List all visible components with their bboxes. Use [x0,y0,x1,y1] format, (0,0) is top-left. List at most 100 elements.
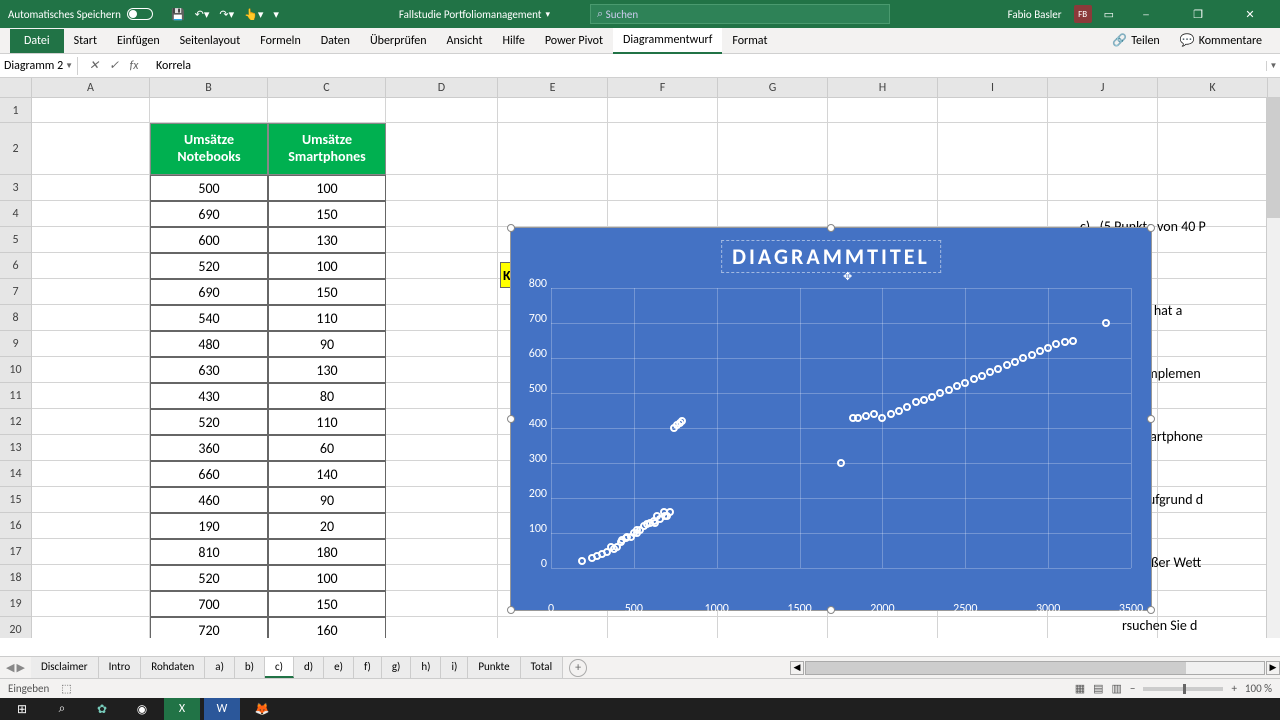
chart-data-point[interactable] [936,389,944,397]
document-title[interactable]: Fallstudie Portfoliomanagement ▾ [399,8,550,21]
tab-ueberpruefen[interactable]: Überprüfen [360,29,437,53]
cell[interactable] [1048,123,1158,175]
cell[interactable] [1158,123,1268,175]
row-header[interactable]: 5 [0,227,32,253]
sheet-tab[interactable]: Disclaimer [31,657,99,678]
cell[interactable] [32,201,150,227]
scroll-thumb[interactable] [1267,98,1280,218]
chart-data-point[interactable] [961,379,969,387]
chart-data-point[interactable] [1044,344,1052,352]
cell[interactable] [498,617,608,638]
table-cell[interactable]: 90 [268,487,386,513]
row-header[interactable]: 18 [0,565,32,591]
chart-data-point[interactable] [994,365,1002,373]
cell[interactable] [32,123,150,175]
tab-einfuegen[interactable]: Einfügen [107,29,170,53]
chart-data-point[interactable] [945,386,953,394]
table-cell[interactable]: 130 [268,227,386,253]
resize-handle[interactable] [507,606,515,614]
excel-taskbar-icon[interactable]: X [164,698,200,720]
col-header[interactable]: E [498,78,608,97]
zoom-out-icon[interactable]: − [1130,682,1135,695]
close-button[interactable]: ✕ [1230,0,1270,28]
chart-data-point[interactable] [1028,351,1036,359]
tab-seitenlayout[interactable]: Seitenlayout [170,29,251,53]
touch-icon[interactable]: 👆▾ [244,8,263,21]
sheet-tab[interactable]: a) [205,657,235,678]
select-all-corner[interactable] [0,78,32,97]
search-taskbar-icon[interactable]: ⌕ [44,698,80,720]
cell[interactable] [32,435,150,461]
cell[interactable] [828,98,938,123]
chart-data-point[interactable] [1036,347,1044,355]
cell[interactable] [32,98,150,123]
row-header[interactable]: 10 [0,357,32,383]
undo-icon[interactable]: ↶▾ [195,8,210,21]
cell[interactable] [498,175,608,201]
view-page-icon[interactable]: ▤ [1093,682,1103,695]
col-header[interactable]: G [718,78,828,97]
table-cell[interactable]: 720 [150,617,268,638]
table-cell[interactable]: 150 [268,201,386,227]
col-header[interactable]: K [1158,78,1268,97]
row-header[interactable]: 3 [0,175,32,201]
cell[interactable] [386,617,498,638]
cell[interactable] [386,123,498,175]
table-cell[interactable]: 810 [150,539,268,565]
fx-icon[interactable]: fx [126,59,142,73]
word-taskbar-icon[interactable]: W [204,698,240,720]
row-header[interactable]: 4 [0,201,32,227]
row-header[interactable]: 17 [0,539,32,565]
tab-formeln[interactable]: Formeln [250,29,310,53]
col-header[interactable]: H [828,78,938,97]
zoom-slider[interactable] [1143,687,1223,691]
macro-record-icon[interactable]: ⬚ [61,682,71,695]
table-cell[interactable]: 100 [268,175,386,201]
cell[interactable] [386,409,498,435]
resize-handle[interactable] [827,606,835,614]
chart-data-point[interactable] [920,396,928,404]
row-header[interactable]: 7 [0,279,32,305]
col-header[interactable]: F [608,78,718,97]
cell[interactable] [718,98,828,123]
cell[interactable] [32,487,150,513]
tab-powerpivot[interactable]: Power Pivot [535,29,613,53]
resize-handle[interactable] [507,415,515,423]
cell[interactable] [938,123,1048,175]
cell[interactable] [608,201,718,227]
formula-expand-icon[interactable]: ▼ [1266,61,1280,71]
row-header[interactable]: 16 [0,513,32,539]
resize-handle[interactable] [1147,224,1155,232]
obs-icon[interactable]: ◉ [124,698,160,720]
table-header[interactable]: Umsätze Notebooks [150,123,268,175]
chart-data-point[interactable] [837,459,845,467]
cell[interactable] [32,305,150,331]
row-header[interactable]: 13 [0,435,32,461]
table-cell[interactable]: 110 [268,409,386,435]
sheet-tab[interactable]: c) [265,657,294,678]
cell[interactable] [828,617,938,638]
cell[interactable] [608,617,718,638]
maximize-button[interactable]: ❐ [1178,0,1218,28]
chart-data-point[interactable] [578,557,586,565]
table-cell[interactable]: 60 [268,435,386,461]
view-break-icon[interactable]: ▥ [1112,682,1122,695]
cell[interactable] [718,175,828,201]
chart-title[interactable]: DIAGRAMMTITEL [721,240,941,273]
row-header[interactable]: 12 [0,409,32,435]
scroll-right-icon[interactable]: ▶ [1266,661,1280,675]
cell[interactable] [386,227,498,253]
chart-data-point[interactable] [903,403,911,411]
zoom-in-icon[interactable]: + [1231,682,1236,695]
name-box[interactable]: Diagramm 2 ▼ [0,57,78,75]
cell[interactable] [938,201,1048,227]
tab-hilfe[interactable]: Hilfe [493,29,535,53]
chart-data-point[interactable] [1003,361,1011,369]
chart-data-point[interactable] [870,410,878,418]
chart-data-point[interactable] [986,368,994,376]
table-cell[interactable]: 660 [150,461,268,487]
chart-data-point[interactable] [1052,340,1060,348]
cell[interactable] [150,98,268,123]
tab-daten[interactable]: Daten [311,29,360,53]
firefox-icon[interactable]: 🦊 [244,698,280,720]
